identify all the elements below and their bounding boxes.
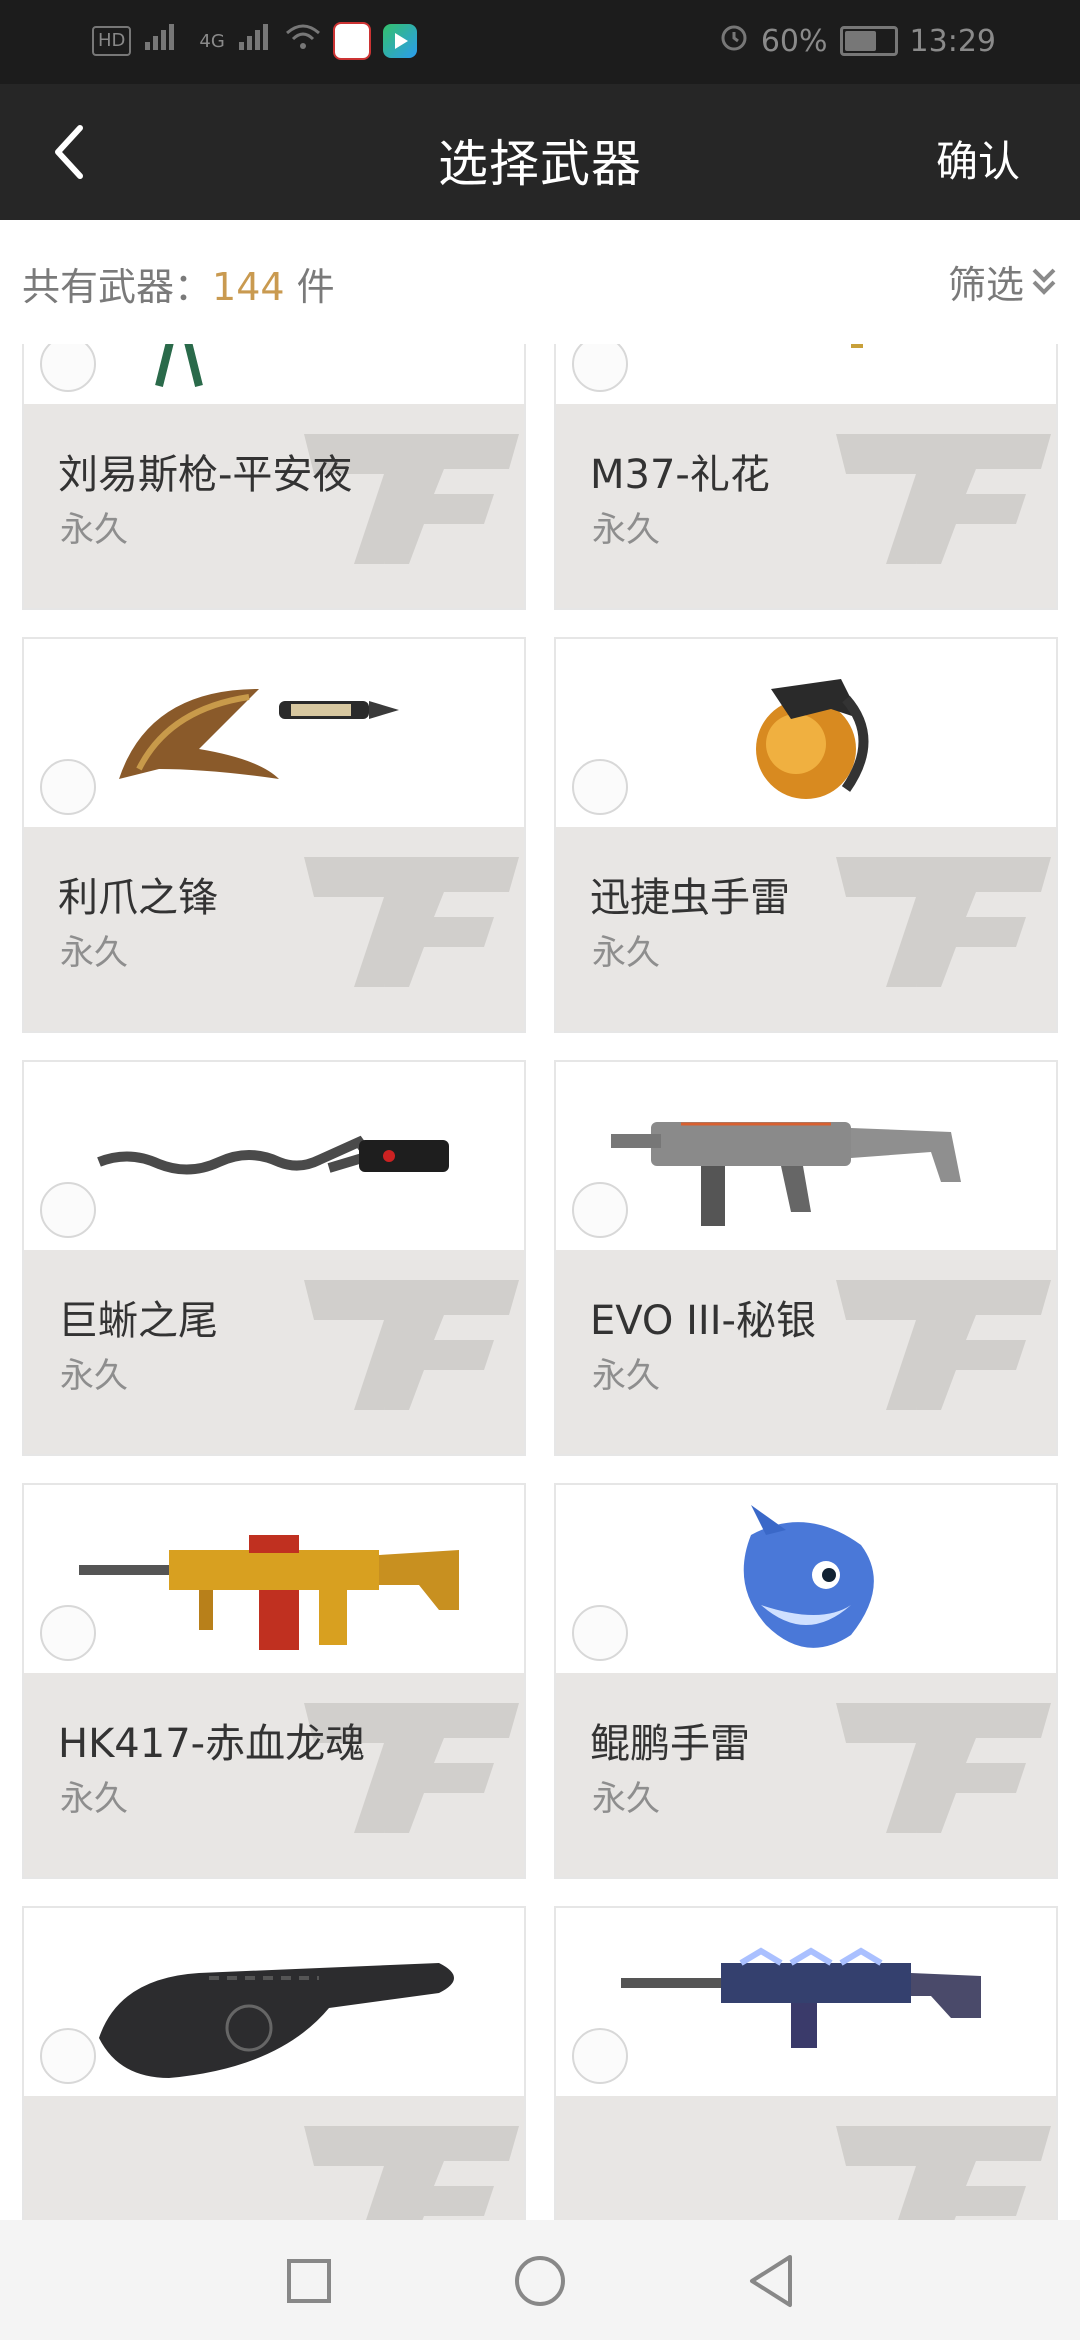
- count-number: 144: [212, 265, 285, 309]
- back-nav-button[interactable]: [736, 2246, 806, 2316]
- weapon-name: 鲲鹏手雷: [590, 1721, 750, 1767]
- wifi-icon: [285, 23, 321, 59]
- select-radio-button[interactable]: [572, 2028, 628, 2084]
- select-radio-button[interactable]: [40, 2028, 96, 2084]
- weapon-count: 共有武器：144 件: [22, 256, 335, 311]
- system-nav-bar: [0, 2220, 1080, 2340]
- weapon-info-panel: 鲲鹏手雷 永久: [556, 1673, 1056, 1877]
- weapon-card[interactable]: [554, 1906, 1058, 2220]
- select-radio-button[interactable]: [40, 1605, 96, 1661]
- weapon-duration: 永久: [592, 933, 660, 973]
- weapon-duration: 永久: [60, 933, 128, 973]
- summary-bar: 共有武器：144 件 筛选: [0, 220, 1080, 344]
- cf-watermark-icon: [304, 1280, 519, 1410]
- network-type: 4G: [199, 30, 225, 52]
- serpent-blade-icon: [24, 1062, 524, 1252]
- weapon-name: 利爪之锋: [58, 875, 218, 921]
- weapon-card[interactable]: [22, 1906, 526, 2220]
- cf-watermark-icon: [836, 434, 1051, 564]
- weapon-name: 巨蜥之尾: [58, 1298, 218, 1344]
- weapon-card[interactable]: 鲲鹏手雷 永久: [554, 1483, 1058, 1879]
- blue-rifle-icon: [556, 1908, 1056, 2098]
- select-radio-button[interactable]: [40, 759, 96, 815]
- weapon-info-panel: 利爪之锋 永久: [24, 827, 524, 1031]
- count-unit: 件: [284, 265, 335, 309]
- cf-watermark-icon: [304, 857, 519, 987]
- select-radio-button[interactable]: [572, 1182, 628, 1238]
- count-prefix: 共有武器：: [22, 265, 213, 309]
- alarm-icon: [719, 22, 749, 60]
- home-button[interactable]: [505, 2246, 575, 2316]
- shotgun-fireworks-icon: [556, 344, 1056, 406]
- weapon-name: M37-礼花: [590, 452, 770, 498]
- weapon-info-panel: EVO III-秘银永久: [556, 1250, 1056, 1454]
- select-radio-button[interactable]: [40, 1182, 96, 1238]
- tactical-knife-icon: [24, 1908, 524, 2098]
- filter-button[interactable]: 筛选: [948, 254, 1058, 309]
- weapon-info-panel: 巨蜥之尾 永久: [24, 1250, 524, 1454]
- circle-icon: [515, 2256, 565, 2306]
- cf-watermark-icon: [836, 1280, 1051, 1410]
- weapon-card[interactable]: 迅捷虫手雷 永久: [554, 637, 1058, 1033]
- hd-badge: HD: [92, 26, 132, 56]
- golden-rifle-icon: [24, 1485, 524, 1675]
- recent-apps-button[interactable]: [274, 2246, 344, 2316]
- weapon-duration: 永久: [60, 510, 128, 550]
- weapon-info-panel: [24, 2096, 524, 2220]
- claw-blade-icon: [24, 639, 524, 829]
- weapon-name: EVO III-秘银: [590, 1298, 816, 1344]
- weapon-card[interactable]: HK417-赤血龙魂永久: [22, 1483, 526, 1879]
- whale-grenade-icon: [556, 1485, 1056, 1675]
- app-header: 选择武器 确认: [0, 84, 1080, 220]
- status-bar: HD 4G 60% 13:29: [0, 0, 1080, 84]
- weapon-name: HK417-赤血龙魂: [58, 1721, 366, 1767]
- weapon-duration: 永久: [592, 510, 660, 550]
- cf-watermark-icon: [836, 2126, 1051, 2220]
- app-notification-icon: [332, 22, 371, 60]
- double-chevron-down-icon: [1032, 268, 1056, 295]
- cf-watermark-icon: [836, 1703, 1051, 1833]
- weapon-info-panel: 迅捷虫手雷 永久: [556, 827, 1056, 1031]
- weapon-card[interactable]: EVO III-秘银永久: [554, 1060, 1058, 1456]
- weapon-info-panel: [556, 2096, 1056, 2220]
- weapon-card[interactable]: 巨蜥之尾 永久: [22, 1060, 526, 1456]
- square-icon: [287, 2259, 331, 2303]
- weapon-grid[interactable]: 刘易斯枪-平安夜 永久 M37-礼花 永久 利爪之锋 永久 迅捷虫手雷 永久 巨蜥之尾 永久 EVO…: [0, 344, 1080, 2220]
- triangle-back-icon: [750, 2255, 792, 2307]
- signal-icon: [143, 22, 187, 60]
- video-app-icon: [382, 24, 417, 58]
- confirm-button[interactable]: 确认: [936, 128, 1020, 189]
- weapon-info-panel: M37-礼花永久: [556, 404, 1056, 608]
- cf-watermark-icon: [836, 857, 1051, 987]
- lewis-gun-christmas-icon: [24, 344, 524, 406]
- select-radio-button[interactable]: [572, 1605, 628, 1661]
- weapon-name: 刘易斯枪-平安夜: [58, 452, 353, 498]
- cf-watermark-icon: [304, 2126, 519, 2220]
- signal-icon-2: [237, 22, 273, 60]
- clock: 13:29: [909, 23, 996, 59]
- battery-percent: 60%: [760, 23, 828, 59]
- page-title: 选择武器: [438, 135, 642, 193]
- weapon-duration: 永久: [592, 1779, 660, 1819]
- weapon-duration: 永久: [592, 1356, 660, 1396]
- smg-mithril-icon: [556, 1062, 1056, 1252]
- weapon-card[interactable]: 刘易斯枪-平安夜永久: [22, 344, 526, 610]
- filter-label: 筛选: [947, 263, 1024, 307]
- weapon-info-panel: HK417-赤血龙魂永久: [24, 1673, 524, 1877]
- select-radio-button[interactable]: [572, 759, 628, 815]
- weapon-info-panel: 刘易斯枪-平安夜永久: [24, 404, 524, 608]
- battery-icon: [839, 26, 898, 56]
- bug-grenade-icon: [556, 639, 1056, 829]
- weapon-card[interactable]: 利爪之锋 永久: [22, 637, 526, 1033]
- weapon-duration: 永久: [60, 1779, 128, 1819]
- weapon-duration: 永久: [60, 1356, 128, 1396]
- weapon-card[interactable]: M37-礼花永久: [554, 344, 1058, 610]
- weapon-name: 迅捷虫手雷: [590, 875, 790, 921]
